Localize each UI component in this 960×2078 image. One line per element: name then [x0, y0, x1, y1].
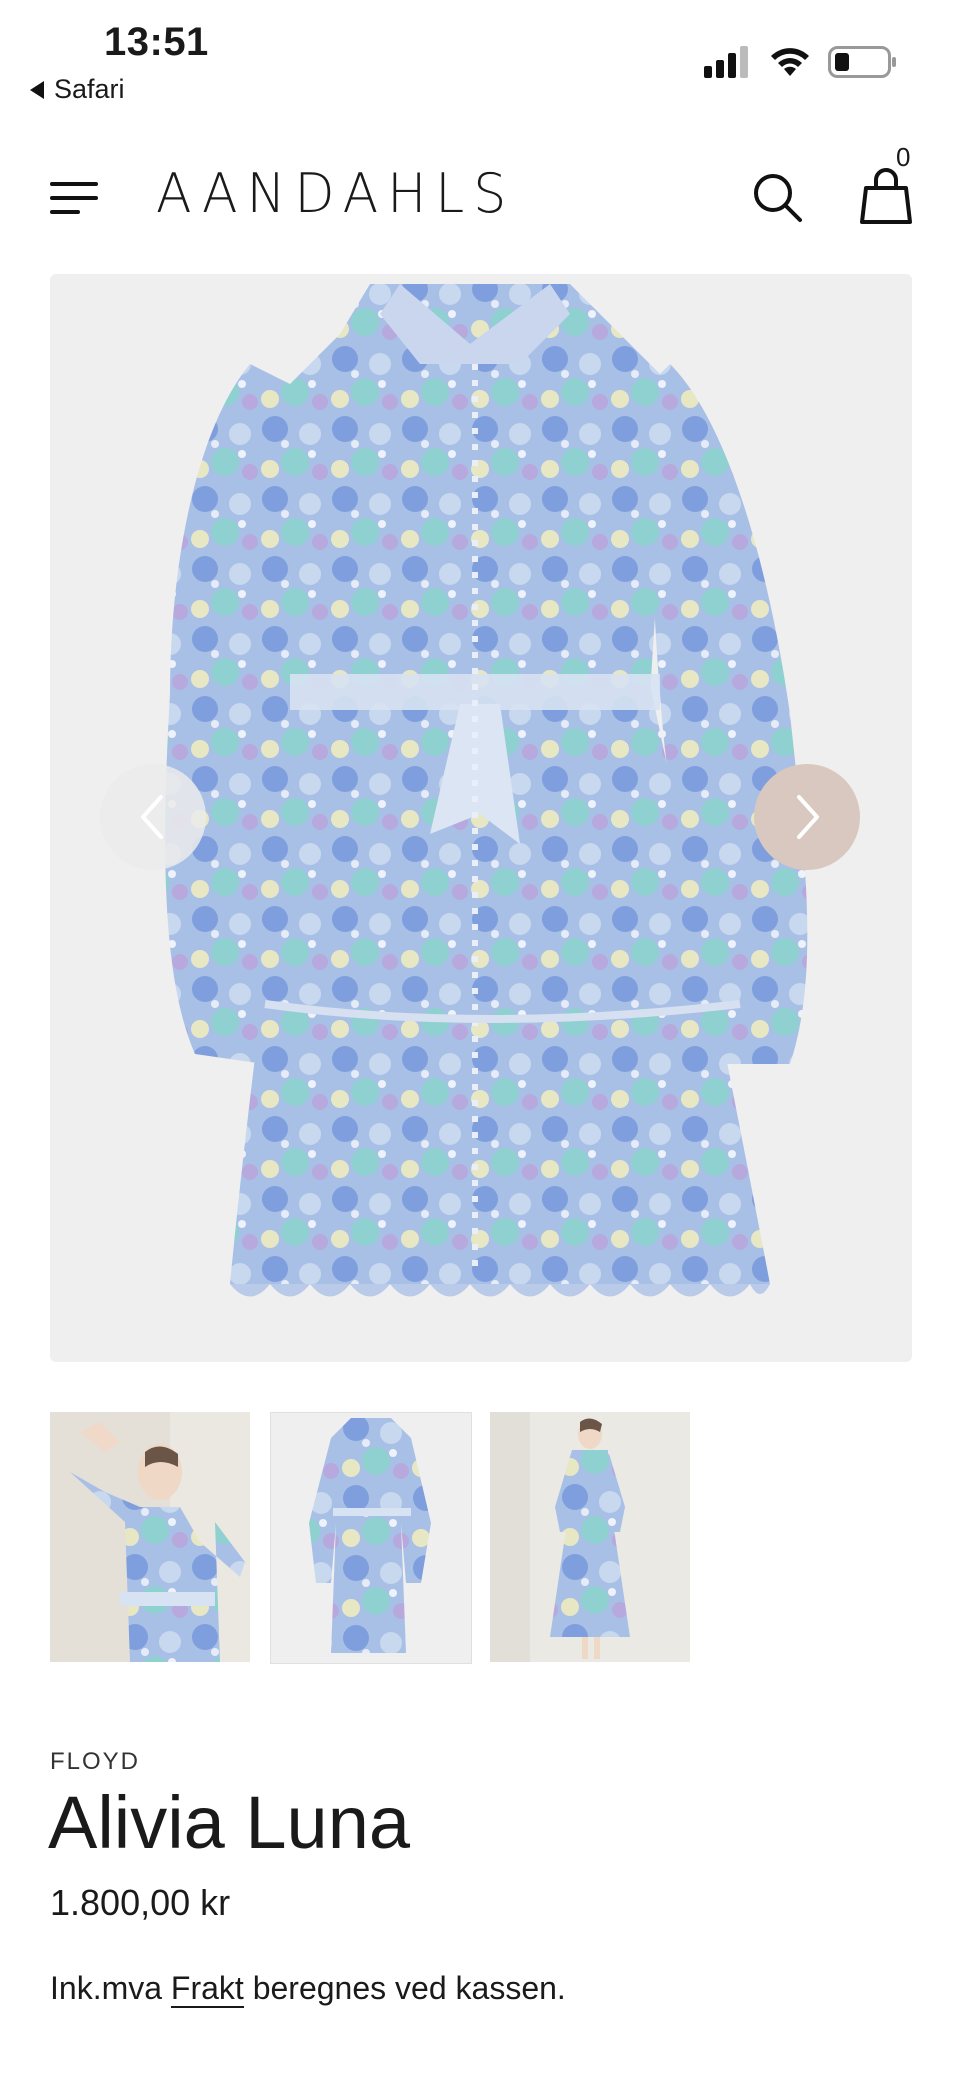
- menu-line-icon: [50, 182, 98, 186]
- thumbnail-model-image: [50, 1412, 250, 1662]
- menu-line-icon: [50, 196, 98, 200]
- product-brand[interactable]: FLOYD: [50, 1748, 140, 1776]
- back-arrow-icon: [30, 80, 44, 99]
- thumbnail-1[interactable]: [50, 1412, 250, 1662]
- thumbnail-3[interactable]: [490, 1412, 690, 1662]
- status-time: 13:51: [104, 20, 209, 64]
- battery-icon: [828, 46, 896, 78]
- tax-prefix: Ink.mva: [50, 1970, 163, 2006]
- wifi-icon: [771, 48, 809, 76]
- product-title: Alivia Luna: [48, 1781, 411, 1864]
- thumbnail-dress-image: [271, 1413, 471, 1663]
- previous-image-button[interactable]: [100, 764, 206, 870]
- status-bar: 13:51 Safari: [0, 0, 960, 120]
- brand-logo[interactable]: AANDAHLS: [156, 163, 515, 226]
- back-app-label: Safari: [54, 74, 125, 104]
- chevron-left-icon: [141, 795, 163, 839]
- back-to-app-button[interactable]: Safari: [30, 74, 125, 105]
- menu-line-icon: [50, 210, 80, 214]
- cellular-signal-icon: [704, 46, 748, 78]
- shipping-link[interactable]: Frakt: [170, 1970, 244, 2008]
- next-image-button[interactable]: [754, 764, 860, 870]
- thumbnail-2[interactable]: [270, 1412, 472, 1664]
- tax-shipping-note: Ink.mva Frakt beregnes ved kassen.: [50, 1970, 566, 2008]
- tax-suffix: beregnes ved kassen.: [252, 1970, 566, 2006]
- product-price: 1.800,00 kr: [50, 1882, 231, 1923]
- chevron-right-icon: [797, 795, 819, 839]
- menu-button[interactable]: [50, 180, 98, 214]
- search-icon[interactable]: [750, 170, 804, 224]
- site-header: AANDAHLS 0: [0, 140, 960, 250]
- thumbnail-model-full-image: [490, 1412, 690, 1662]
- shopping-bag-icon[interactable]: [858, 166, 914, 226]
- cart-count-badge: 0: [896, 142, 911, 172]
